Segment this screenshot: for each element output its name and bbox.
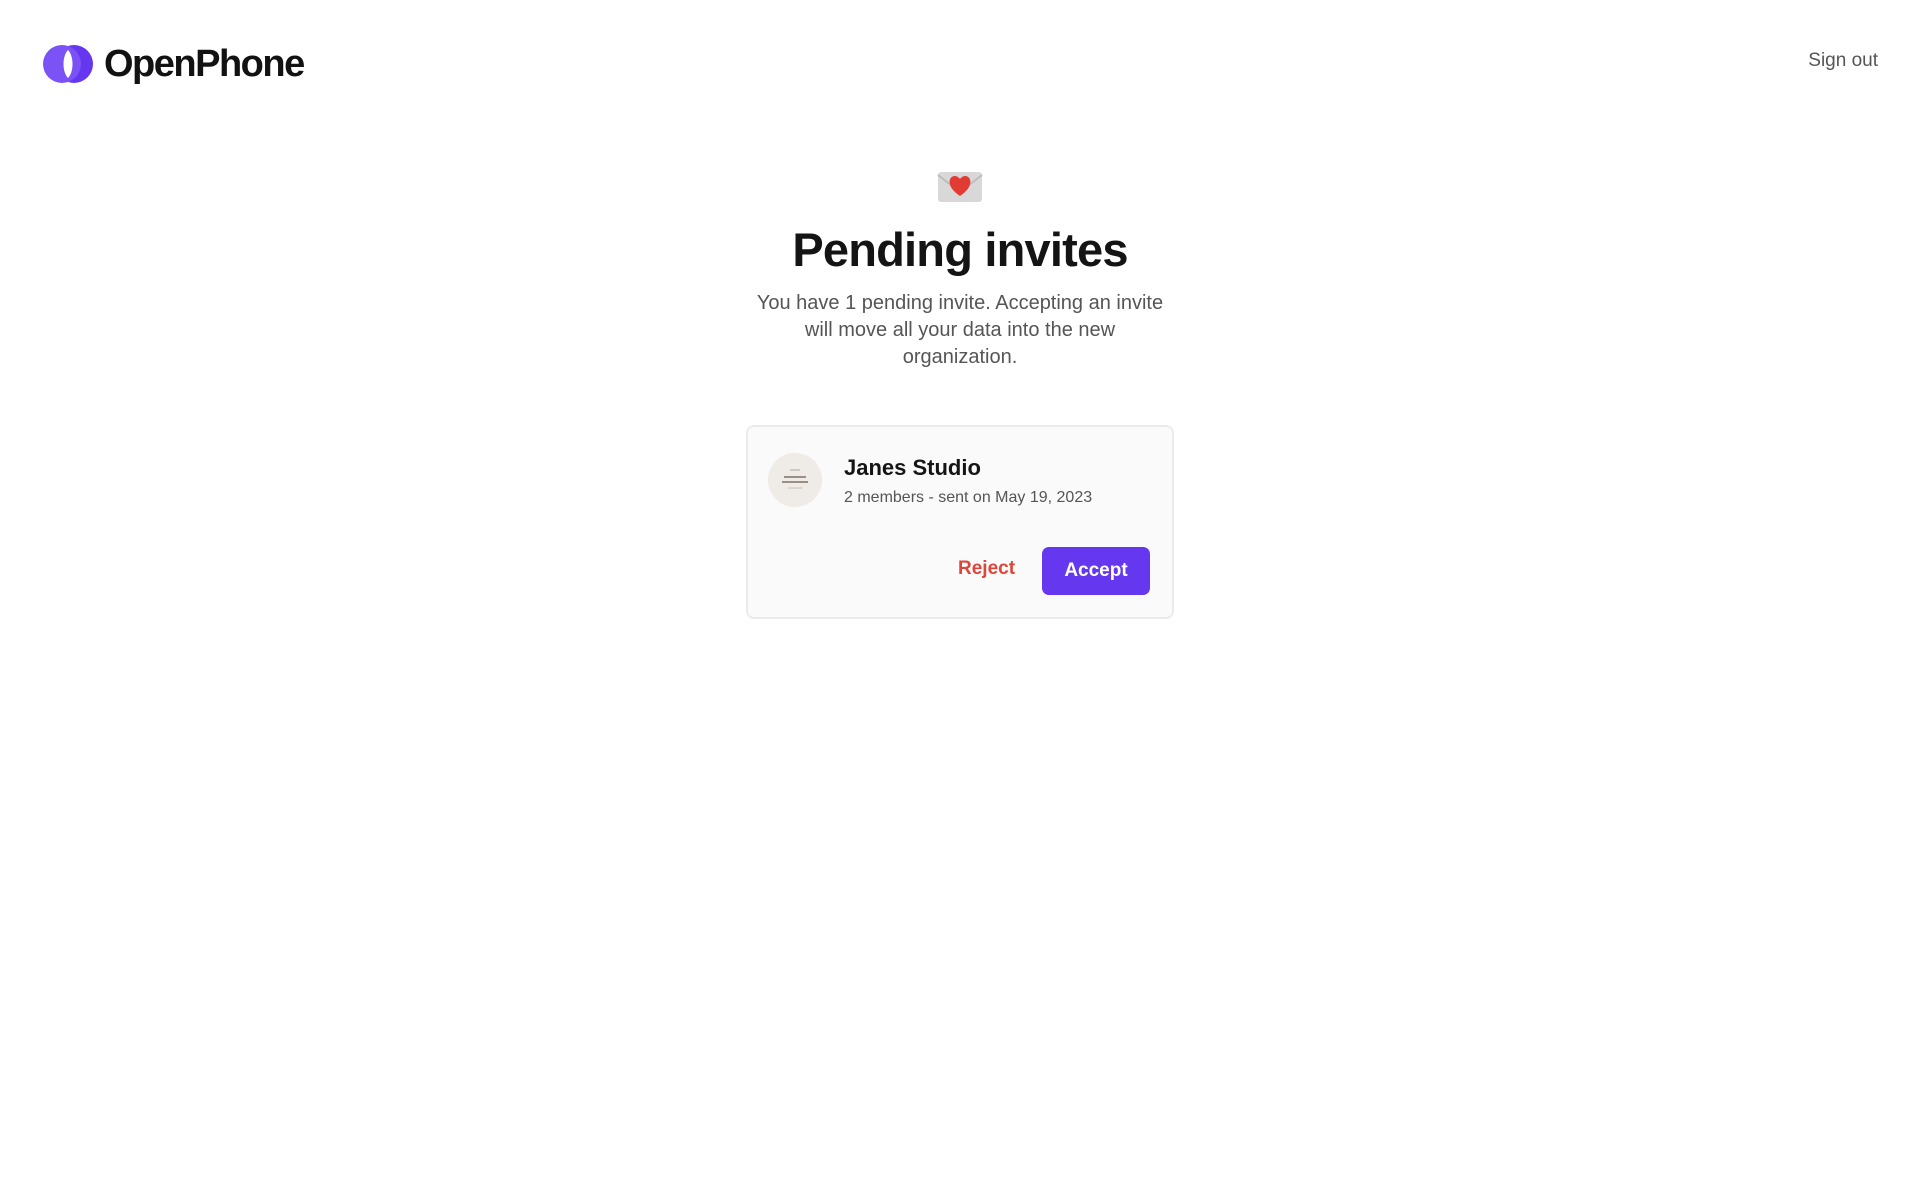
page-title: Pending invites	[792, 223, 1128, 276]
invite-card: Janes Studio 2 members - sent on May 19,…	[746, 425, 1174, 619]
reject-button[interactable]: Reject	[934, 545, 1039, 593]
openphone-logo[interactable]: OpenPhone	[42, 43, 305, 85]
page-subtitle: You have 1 pending invite. Accepting an …	[756, 292, 1164, 368]
org-name: Janes Studio	[844, 455, 981, 480]
accept-button[interactable]: Accept	[1042, 547, 1150, 595]
top-header: OpenPhone Sign out	[0, 0, 1920, 128]
org-avatar	[768, 453, 822, 507]
pending-invites-section: Pending invites You have 1 pending invit…	[0, 166, 1920, 619]
sign-out-link[interactable]: Sign out	[1808, 50, 1878, 72]
openphone-logo-icon	[43, 45, 93, 83]
brand-name: OpenPhone	[104, 43, 305, 85]
love-letter-icon	[937, 172, 983, 202]
studio-logo-icon	[768, 453, 822, 507]
invite-meta: 2 members - sent on May 19, 2023	[844, 489, 1093, 506]
